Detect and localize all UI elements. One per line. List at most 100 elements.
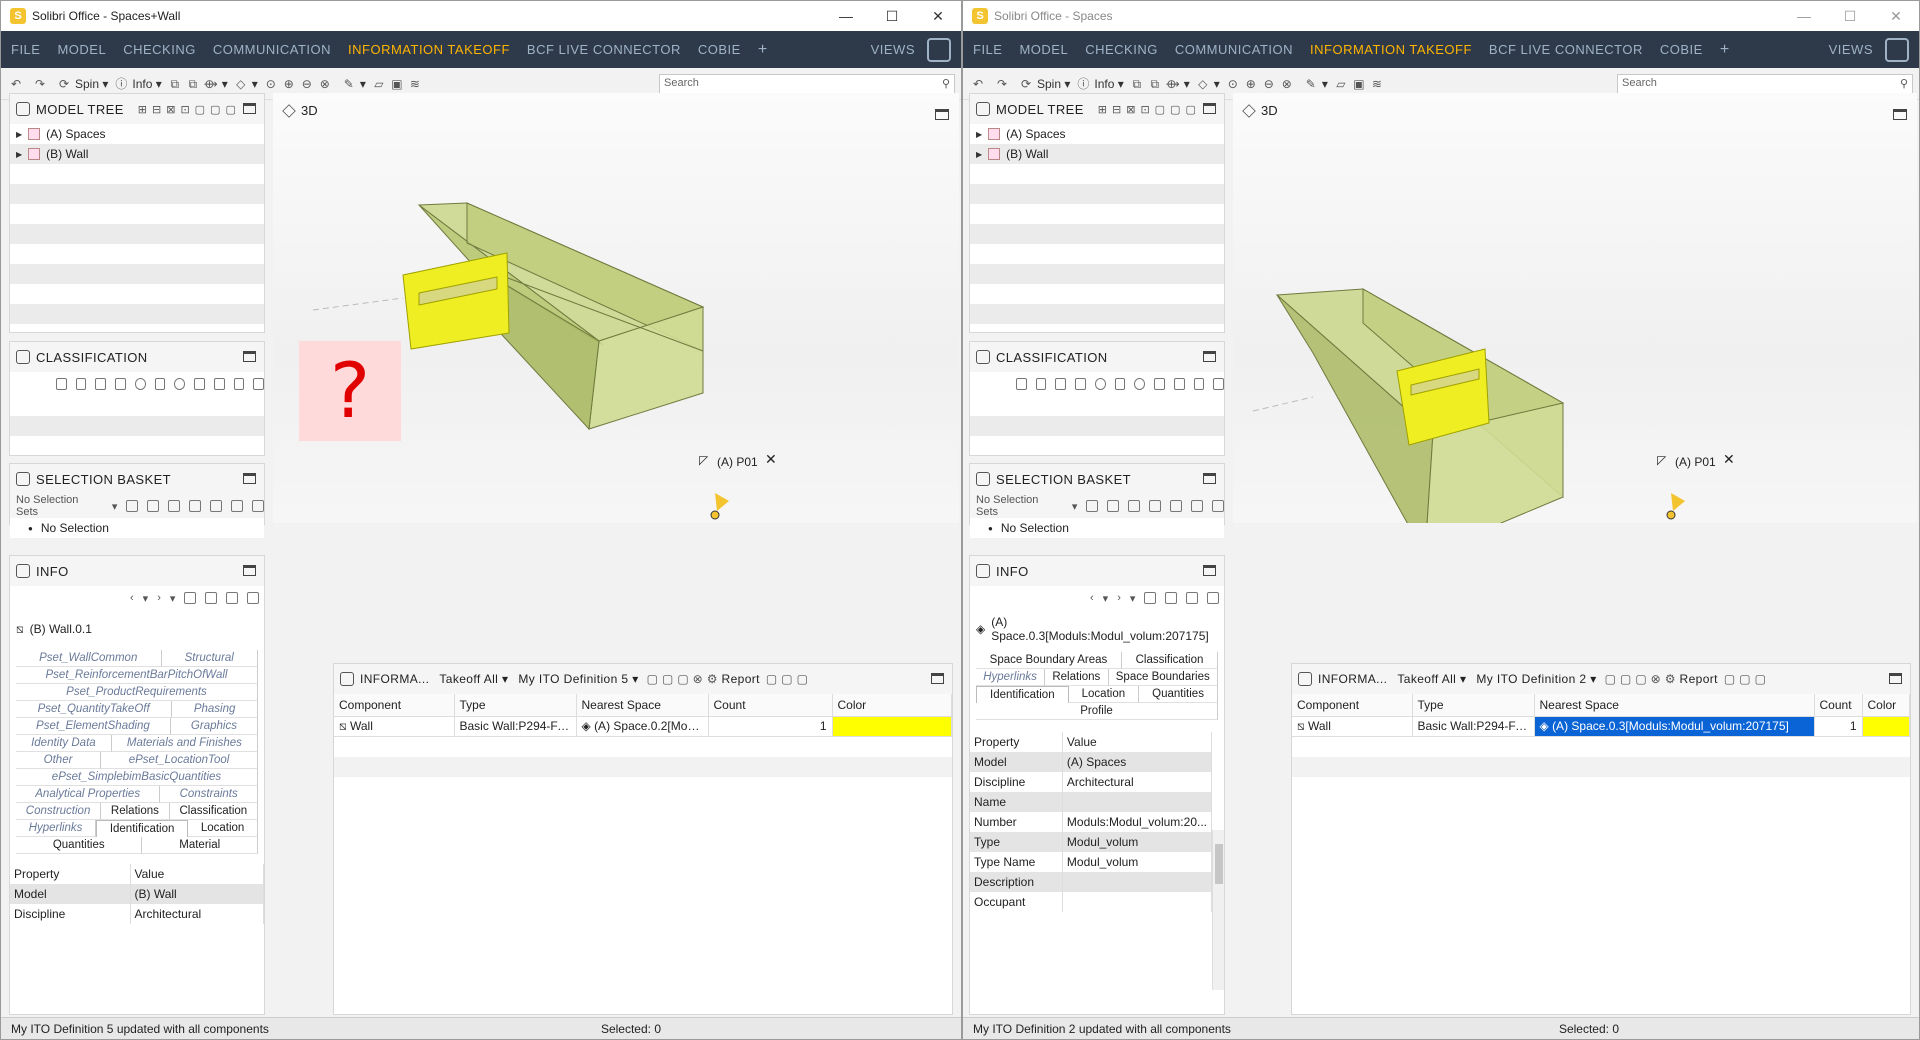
measure-tool-icon[interactable]: ✎ ▾: [342, 77, 366, 91]
add-tab-icon[interactable]: +: [1720, 41, 1729, 59]
maximize-panel-icon[interactable]: [1889, 673, 1902, 684]
search-input[interactable]: Search ⚲: [1617, 74, 1913, 94]
menu-cobie[interactable]: COBIE: [1660, 42, 1703, 57]
tree-item-wall[interactable]: ▶ (B) Wall: [970, 144, 1224, 164]
layers-icon[interactable]: ▱ ▣ ≋: [372, 77, 426, 91]
tab[interactable]: Structural: [161, 650, 258, 667]
views-house-icon[interactable]: [927, 38, 951, 62]
table-row[interactable]: ⧅ Wall Basic Wall:P294-FAC... ◈ (A) Spac…: [1292, 716, 1910, 736]
close-button[interactable]: ✕: [915, 1, 961, 31]
report-button[interactable]: Report: [1680, 672, 1718, 686]
table-row[interactable]: Occupant: [970, 892, 1213, 912]
tab[interactable]: Classification: [1121, 652, 1219, 669]
tree-item-wall[interactable]: ▶ (B) Wall: [10, 144, 264, 164]
minimize-button[interactable]: —: [1781, 1, 1827, 31]
ito-extra-icons[interactable]: ▢▢▢: [766, 672, 812, 686]
menu-model[interactable]: MODEL: [1019, 42, 1068, 57]
close-button[interactable]: ✕: [1873, 1, 1919, 31]
info-button[interactable]: ⓘ Info ▾: [114, 77, 161, 91]
maximize-panel-icon[interactable]: [1203, 351, 1216, 362]
color-swatch[interactable]: [1862, 716, 1910, 736]
tab[interactable]: Relations: [101, 803, 170, 820]
maximize-panel-icon[interactable]: [1203, 103, 1216, 114]
table-row[interactable]: Discipline Architectural: [10, 904, 264, 924]
tab[interactable]: Pset_WallCommon: [16, 650, 162, 667]
search-input[interactable]: Search ⚲: [659, 74, 955, 94]
tab[interactable]: Pset_QuantityTakeOff: [16, 701, 173, 718]
ito-definition-dropdown[interactable]: My ITO Definition 2 ▾: [1476, 672, 1596, 686]
undo-icon[interactable]: ↶: [9, 77, 27, 91]
basket-item[interactable]: ● No Selection: [10, 518, 264, 538]
tab-identification[interactable]: Identification: [976, 686, 1069, 703]
tab[interactable]: Material: [142, 837, 258, 854]
table-row[interactable]: ⧅ Wall Basic Wall:P294-FAC... ◈ (A) Spac…: [334, 716, 952, 736]
tab[interactable]: Analytical Properties: [16, 786, 161, 803]
tab-identification[interactable]: Identification: [96, 820, 189, 837]
maximize-button[interactable]: ☐: [869, 1, 915, 31]
tab[interactable]: Location: [188, 820, 259, 837]
column-header[interactable]: Color: [832, 694, 952, 717]
table-row[interactable]: Model (B) Wall: [10, 884, 264, 904]
maximize-panel-icon[interactable]: [931, 673, 944, 684]
takeoff-dropdown[interactable]: Takeoff All ▾: [1397, 672, 1466, 686]
maximize-panel-icon[interactable]: [1203, 565, 1216, 576]
pin-edit-icon[interactable]: ◸: [1657, 453, 1666, 467]
menu-cobie[interactable]: COBIE: [698, 42, 741, 57]
tree-item-spaces[interactable]: ▶ (A) Spaces: [970, 124, 1224, 144]
dropdown-icon[interactable]: ▾: [1103, 592, 1109, 605]
table-row[interactable]: Model (A) Spaces: [970, 752, 1213, 772]
info-button[interactable]: ⓘ Info ▾: [1076, 77, 1123, 91]
tab[interactable]: Space Boundary Areas: [976, 652, 1122, 669]
close-tag-icon[interactable]: ✕: [765, 451, 777, 468]
zoom-tools-icon[interactable]: ⊙ ⊕ ⊖ ⊗: [264, 77, 336, 91]
tab[interactable]: Space Boundaries: [1108, 669, 1218, 686]
column-header[interactable]: Color: [1862, 694, 1910, 717]
back-icon[interactable]: ‹: [130, 592, 134, 604]
spin-button[interactable]: ⟳ Spin ▾: [1019, 77, 1070, 91]
property-scrollbar[interactable]: [1212, 830, 1224, 990]
3d-view[interactable]: 3D ◸ (A) P01 ✕: [1233, 93, 1917, 523]
selection-sets-dropdown[interactable]: No Selection Sets: [976, 494, 1063, 518]
tab[interactable]: Constraints: [160, 786, 258, 803]
column-header[interactable]: Component: [1292, 694, 1413, 717]
maximize-panel-icon[interactable]: [243, 565, 256, 576]
maximize-button[interactable]: ☐: [1827, 1, 1873, 31]
close-tag-icon[interactable]: ✕: [1723, 451, 1735, 468]
tree-item-spaces[interactable]: ▶ (A) Spaces: [10, 124, 264, 144]
minimize-button[interactable]: —: [823, 1, 869, 31]
basket-item[interactable]: ● No Selection: [970, 518, 1224, 538]
menu-information-takeoff[interactable]: INFORMATION TAKEOFF: [348, 42, 510, 57]
column-header[interactable]: Component: [334, 694, 455, 717]
back-icon[interactable]: ‹: [1090, 592, 1094, 604]
tree-tools-icon[interactable]: ⊞⊟⊠⊡▢▢▢: [1098, 103, 1201, 116]
tab[interactable]: Quantities: [16, 837, 143, 854]
tab[interactable]: Identity Data: [16, 735, 112, 752]
tab[interactable]: ePset_SimplebimBasicQuantities: [16, 769, 258, 786]
menu-bcf-live-connector[interactable]: BCF LIVE CONNECTOR: [1489, 42, 1643, 57]
tab[interactable]: Hyperlinks: [16, 820, 97, 837]
views-house-icon[interactable]: [1885, 38, 1909, 62]
flashlight-icon[interactable]: [707, 491, 737, 521]
tab[interactable]: Phasing: [172, 701, 258, 718]
maximize-panel-icon[interactable]: [243, 473, 256, 484]
menu-model[interactable]: MODEL: [57, 42, 106, 57]
ito-tools-icon[interactable]: ▢▢▢⊗⚙: [647, 672, 722, 686]
tab[interactable]: Hyperlinks: [976, 669, 1046, 686]
column-header[interactable]: Count: [708, 694, 833, 717]
select-tools-icon[interactable]: ⧉ ⧉ ⟴ ▾: [168, 77, 227, 91]
takeoff-dropdown[interactable]: Takeoff All ▾: [439, 672, 508, 686]
column-header[interactable]: Nearest Space: [1534, 694, 1815, 717]
box-tool-icon[interactable]: ◇ ▾: [1196, 77, 1220, 91]
ito-tools-icon[interactable]: ▢▢▢⊗⚙: [1605, 672, 1680, 686]
column-header[interactable]: Nearest Space: [576, 694, 709, 717]
tab[interactable]: Graphics: [170, 718, 258, 735]
selection-sets-dropdown[interactable]: No Selection Sets: [16, 494, 103, 518]
dropdown-icon[interactable]: ▾: [143, 592, 149, 605]
forward-icon[interactable]: ›: [157, 592, 161, 604]
tab[interactable]: Location: [1068, 686, 1140, 703]
spin-button[interactable]: ⟳ Spin ▾: [57, 77, 108, 91]
layers-icon[interactable]: ▱ ▣ ≋: [1334, 77, 1388, 91]
color-swatch[interactable]: [832, 716, 952, 736]
dropdown-icon[interactable]: ▾: [1130, 592, 1136, 605]
tab[interactable]: Quantities: [1139, 686, 1218, 703]
